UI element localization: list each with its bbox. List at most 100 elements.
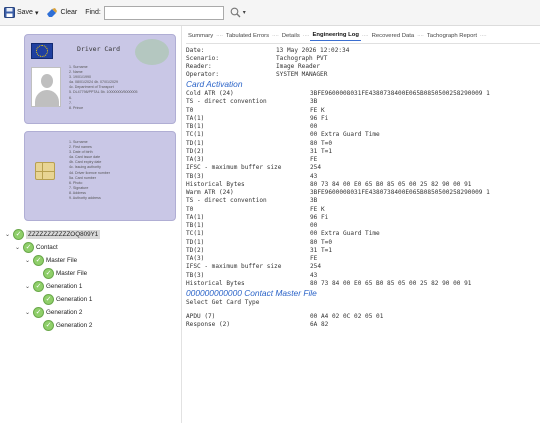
log-key: IFSC - maximum buffer size <box>186 263 282 271</box>
log-value: Image Reader <box>276 63 321 71</box>
log-value: 13 May 2026 12:02:34 <box>276 46 350 54</box>
check-icon: ✓ <box>43 293 54 305</box>
card-front-fields: 1. Surname 2. Name 3. 19/01/1990 4a. 08/… <box>69 65 138 111</box>
search-icon <box>230 7 241 18</box>
check-icon: ✓ <box>33 254 44 266</box>
tab-separator: ···· <box>216 32 223 39</box>
log-key: T0 <box>186 106 194 114</box>
tree-item-master-file-child[interactable]: ✓ Master File <box>43 267 87 279</box>
log-value: 80 T=0 <box>310 238 333 246</box>
tree-item-master-file[interactable]: ⌄ ✓ Master File <box>24 254 77 266</box>
log-value: 80 T=0 <box>310 139 333 147</box>
log-value: 00 Extra Guard Time <box>310 131 380 139</box>
app-window: Save ▾ Clear Find: ▾ Driver Card 1. Surn… <box>0 0 540 423</box>
log-key: Reader: <box>186 63 212 71</box>
save-dropdown-icon[interactable]: ▾ <box>35 9 39 17</box>
log-row: IFSC - maximum buffer size 254 <box>186 164 536 172</box>
log-value: 00 Extra Guard Time <box>310 230 380 238</box>
check-icon: ✓ <box>43 319 54 331</box>
save-label: Save <box>17 9 33 16</box>
clear-label: Clear <box>60 9 78 16</box>
log-key: TC(1) <box>186 131 205 139</box>
log-meta-row: Scenario: Tachograph PVT <box>186 54 536 62</box>
log-value: 31 T=1 <box>310 147 333 155</box>
log-row: TA(1) 96 Fi <box>186 114 536 122</box>
log-row: Cold ATR (24) 3BFE9600008031FE4380738400E… <box>186 90 536 98</box>
tab-tachograph-report[interactable]: Tachograph Report <box>425 31 479 41</box>
log-key: Historical Bytes <box>186 279 245 287</box>
chevron-down-icon[interactable]: ⌄ <box>14 244 21 251</box>
tree-item-generation-2[interactable]: ⌄ ✓ Generation 2 <box>24 306 82 318</box>
engineering-log: Date: 13 May 2026 12:02:34 Scenario: Tacho… <box>186 46 536 423</box>
log-key: Scenario: <box>186 54 220 62</box>
tab-separator: ···· <box>302 32 310 39</box>
tree-item-label: Generation 2 <box>56 321 93 329</box>
log-row: Response (2) 6A 82 <box>186 321 536 329</box>
log-row: T0 FE K <box>186 106 536 114</box>
search-button[interactable]: ▾ <box>230 7 246 18</box>
log-row: TA(3) FE <box>186 156 536 164</box>
tab-separator: ···· <box>479 32 487 39</box>
toolbar: Save ▾ Clear Find: ▾ <box>0 0 540 26</box>
chevron-down-icon[interactable]: ⌄ <box>24 283 31 290</box>
tree-item-generation-2-child[interactable]: ✓ Generation 2 <box>43 319 92 331</box>
chevron-down-icon[interactable]: ⌄ <box>24 257 31 264</box>
log-value: 3B <box>310 98 318 106</box>
log-row: TD(2) 31 T=1 <box>186 246 536 254</box>
card-field: 8. Prince <box>69 105 84 110</box>
find-input[interactable] <box>103 5 224 20</box>
tree-item-generation-1-child[interactable]: ✓ Generation 1 <box>43 293 92 305</box>
clear-button[interactable]: Clear <box>46 7 77 18</box>
tab-recovered-data[interactable]: Recovered Data <box>370 31 417 41</box>
log-key: TC(1) <box>186 230 205 238</box>
log-value: 96 Fi <box>310 213 329 221</box>
log-key: TS - direct convention <box>186 197 267 205</box>
chevron-down-icon[interactable]: ⌄ <box>4 231 11 238</box>
log-value: 254 <box>310 263 322 271</box>
log-key: TD(2) <box>186 147 205 155</box>
log-value: FE <box>310 156 318 164</box>
watermark-stamp <box>135 39 169 65</box>
tree-item-contact[interactable]: ⌄ ✓ Contact <box>14 241 58 253</box>
log-key: TD(1) <box>186 139 205 147</box>
log-row: Historical Bytes 80 73 84 00 E0 65 B0 85 … <box>186 180 536 188</box>
find-label: Find: <box>85 9 101 16</box>
log-key: TA(3) <box>186 255 205 263</box>
log-key: IFSC - maximum buffer size <box>186 164 282 172</box>
log-value: FE K <box>310 205 325 213</box>
log-row: TD(1) 80 T=0 <box>186 139 536 147</box>
tab-tabulated-errors[interactable]: Tabulated Errors <box>224 31 271 41</box>
log-row: Warm ATR (24) 3BFE9600008031FE4380738400E… <box>186 189 536 197</box>
tree-item-generation-1[interactable]: ⌄ ✓ Generation 1 <box>24 280 82 292</box>
tree-item-root[interactable]: ⌄ ✓ ZZZZZZZZZZZOQ809Y1 <box>4 228 101 240</box>
log-value: 80 73 84 00 E0 65 B0 85 05 00 25 82 90 0… <box>310 279 472 287</box>
log-row: APDU (7) 00 A4 02 0C 02 05 01 <box>186 312 536 320</box>
log-value: 00 <box>310 123 318 131</box>
log-value: 254 <box>310 164 322 172</box>
log-row: TB(3) 43 <box>186 172 536 180</box>
tree-item-label: Master File <box>56 269 88 277</box>
tree-item-label: Generation 1 <box>56 295 93 303</box>
log-key: TB(3) <box>186 172 205 180</box>
tab-engineering-log[interactable]: Engineering Log <box>310 30 361 41</box>
log-value: 00 <box>310 222 318 230</box>
save-button[interactable]: Save ▾ <box>4 7 38 18</box>
log-row: TS - direct convention 3B <box>186 197 536 205</box>
search-dropdown-icon[interactable]: ▾ <box>243 9 246 16</box>
check-icon: ✓ <box>43 267 54 279</box>
card-back-image: 1. Surname 2. First names 3. Date of bir… <box>24 131 176 221</box>
card-front-image: Driver Card 1. Surname 2. Name 3. 19/01/… <box>24 34 176 124</box>
log-value: FE K <box>310 106 325 114</box>
tree-item-label: Generation 2 <box>46 308 83 316</box>
log-key: TB(3) <box>186 271 205 279</box>
log-value: 43 <box>310 271 318 279</box>
tab-details[interactable]: Details <box>280 31 302 41</box>
check-icon: ✓ <box>33 306 44 318</box>
log-meta-row: Operator: SYSTEM MANAGER <box>186 71 536 79</box>
log-value: 43 <box>310 172 318 180</box>
tab-summary[interactable]: Summary <box>186 31 215 41</box>
log-meta-row: Date: 13 May 2026 12:02:34 <box>186 46 536 54</box>
log-key: Response (2) <box>186 321 231 329</box>
tree-item-label: ZZZZZZZZZZZOQ809Y1 <box>26 229 101 239</box>
chevron-down-icon[interactable]: ⌄ <box>24 309 31 316</box>
